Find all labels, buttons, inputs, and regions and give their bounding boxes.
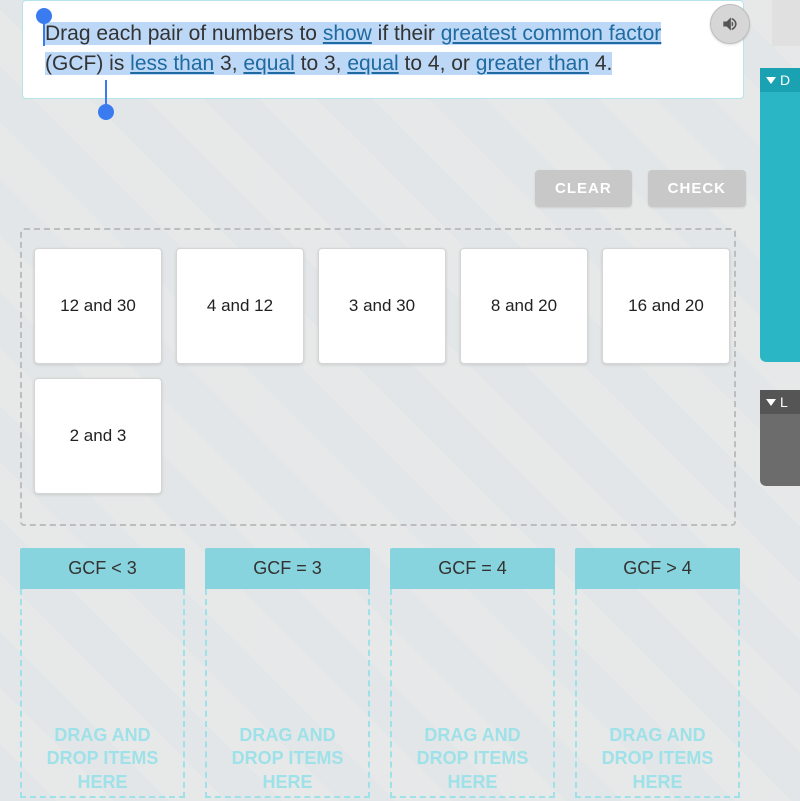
number-card[interactable]: 8 and 20 bbox=[460, 248, 588, 364]
dropzone-body[interactable]: DRAG AND DROP ITEMS HERE bbox=[20, 589, 185, 798]
chevron-down-icon bbox=[766, 399, 776, 406]
dropzone-body[interactable]: DRAG AND DROP ITEMS HERE bbox=[575, 589, 740, 798]
dropzone-header: GCF < 3 bbox=[20, 548, 185, 589]
dropzone-placeholder: DRAG AND DROP ITEMS HERE bbox=[217, 724, 358, 794]
audio-button[interactable] bbox=[710, 4, 750, 44]
dropzone-header: GCF = 4 bbox=[390, 548, 555, 589]
dropzone-body[interactable]: DRAG AND DROP ITEMS HERE bbox=[390, 589, 555, 798]
prompt-link[interactable]: equal bbox=[347, 52, 398, 75]
side-tab-gray-label: L bbox=[780, 394, 788, 410]
side-tab-teal[interactable] bbox=[760, 68, 800, 362]
prompt-text-span: 4. bbox=[589, 52, 612, 75]
prompt-text-span: to 3, bbox=[295, 52, 348, 75]
dropzone-placeholder: DRAG AND DROP ITEMS HERE bbox=[402, 724, 543, 794]
dropzone[interactable]: GCF = 4 DRAG AND DROP ITEMS HERE bbox=[390, 548, 555, 798]
page-root: Drag each pair of numbers to show if the… bbox=[0, 0, 800, 801]
question-prompt: Drag each pair of numbers to show if the… bbox=[22, 0, 744, 99]
dropzone[interactable]: GCF = 3 DRAG AND DROP ITEMS HERE bbox=[205, 548, 370, 798]
prompt-text-span: Drag each pair of numbers to bbox=[45, 22, 323, 45]
prompt-link[interactable]: greater than bbox=[476, 52, 589, 75]
dropzone-header: GCF = 3 bbox=[205, 548, 370, 589]
dropzone-header: GCF > 4 bbox=[575, 548, 740, 589]
cards-source-area: 12 and 304 and 123 and 308 and 2016 and … bbox=[20, 228, 736, 526]
clear-button[interactable]: CLEAR bbox=[535, 170, 632, 207]
number-card[interactable]: 16 and 20 bbox=[602, 248, 730, 364]
selection-caret-start bbox=[43, 20, 45, 46]
speaker-icon bbox=[720, 14, 740, 34]
number-card[interactable]: 2 and 3 bbox=[34, 378, 162, 494]
action-buttons: CLEAR CHECK bbox=[535, 170, 746, 207]
selection-caret-end bbox=[105, 80, 107, 106]
prompt-link[interactable]: less than bbox=[130, 52, 214, 75]
prompt-text-span: to 4, or bbox=[399, 52, 476, 75]
chevron-down-icon bbox=[766, 77, 776, 84]
dropzone-placeholder: DRAG AND DROP ITEMS HERE bbox=[32, 724, 173, 794]
prompt-link[interactable]: greatest common factor bbox=[441, 22, 662, 45]
number-card[interactable]: 3 and 30 bbox=[318, 248, 446, 364]
prompt-link[interactable]: show bbox=[323, 22, 372, 45]
dropzone[interactable]: GCF > 4 DRAG AND DROP ITEMS HERE bbox=[575, 548, 740, 798]
prompt-text-span: (GCF) is bbox=[45, 52, 130, 75]
side-tab-gray-header[interactable]: L bbox=[760, 390, 800, 414]
side-tab-teal-header[interactable]: D bbox=[760, 68, 800, 92]
prompt-text-span: if their bbox=[372, 22, 441, 45]
dropzone-placeholder: DRAG AND DROP ITEMS HERE bbox=[587, 724, 728, 794]
dropzone-body[interactable]: DRAG AND DROP ITEMS HERE bbox=[205, 589, 370, 798]
selection-handle-end[interactable] bbox=[98, 104, 114, 120]
side-tab-teal-label: D bbox=[780, 72, 790, 88]
cards-grid: 12 and 304 and 123 and 308 and 2016 and … bbox=[34, 248, 734, 494]
number-card[interactable]: 12 and 30 bbox=[34, 248, 162, 364]
number-card[interactable]: 4 and 12 bbox=[176, 248, 304, 364]
check-button[interactable]: CHECK bbox=[648, 170, 746, 207]
side-tabs: D L bbox=[784, 0, 800, 801]
prompt-link[interactable]: equal bbox=[243, 52, 294, 75]
dropzones-row: GCF < 3 DRAG AND DROP ITEMS HERE GCF = 3 DR… bbox=[20, 548, 740, 798]
dropzone[interactable]: GCF < 3 DRAG AND DROP ITEMS HERE bbox=[20, 548, 185, 798]
prompt-text-span: 3, bbox=[214, 52, 243, 75]
